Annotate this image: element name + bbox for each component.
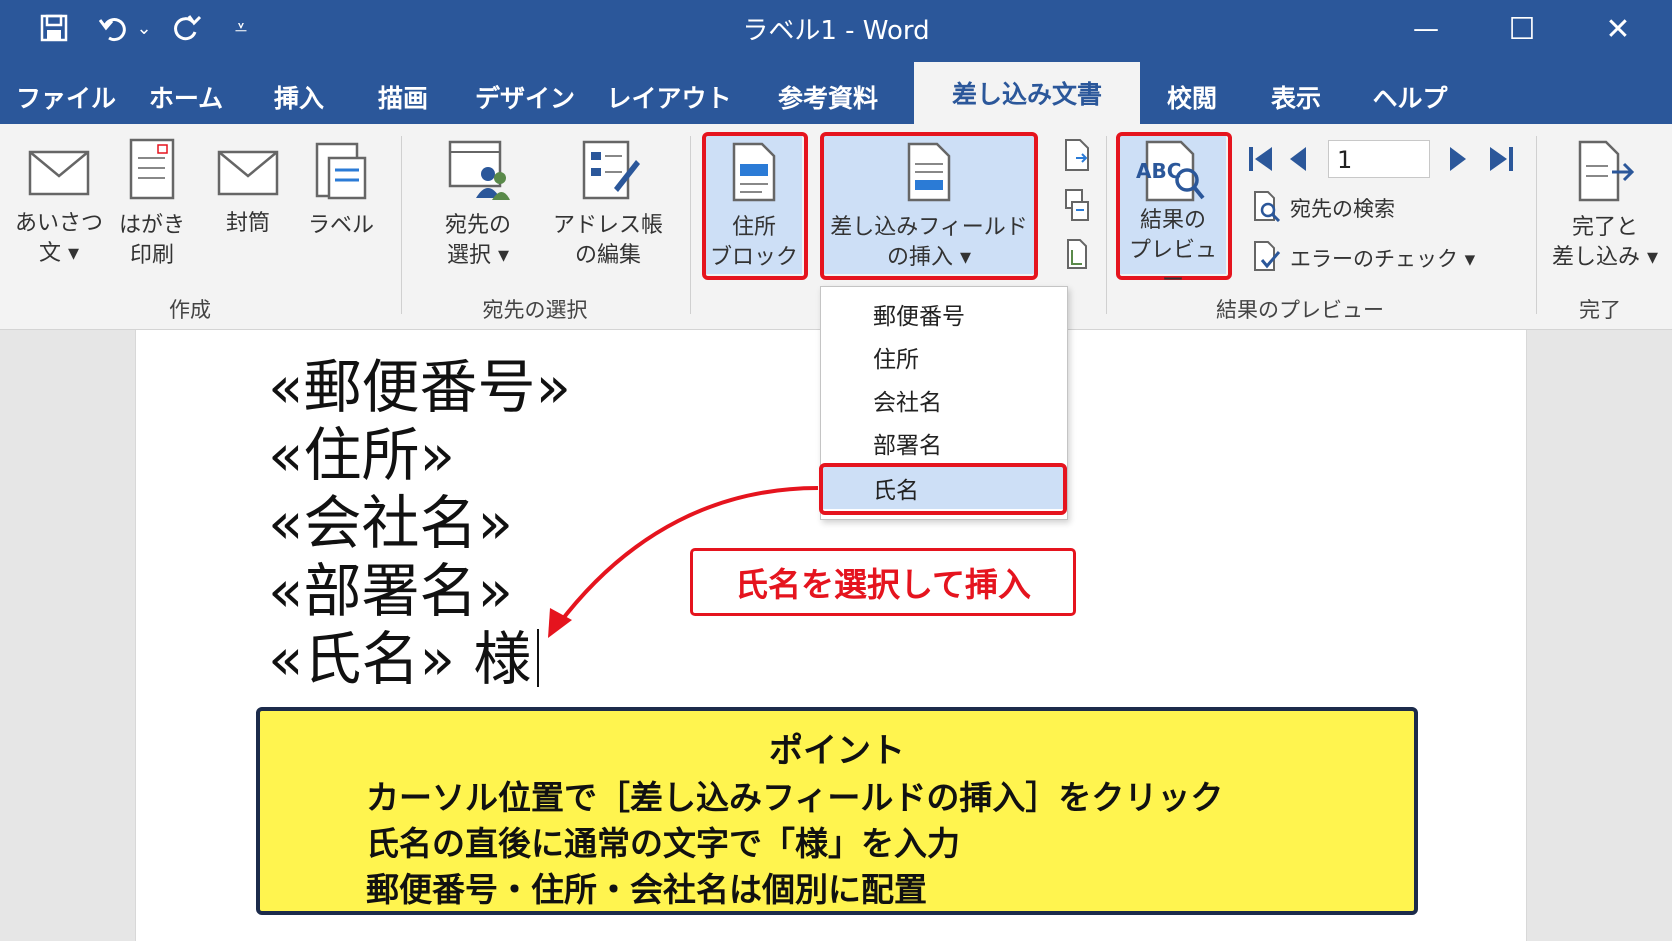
recipients-icon [430,138,526,211]
merge-field-icon [824,140,1034,213]
envelope-icon [14,144,104,209]
insert-merge-field-label: 差し込みフィールド の挿入 ▾ [830,215,1028,270]
address-block-icon [706,140,802,213]
point-line: 氏名の直後に通常の文字で「様」を入力 [366,824,960,863]
check-errors-icon [1252,240,1282,277]
find-recipient-button[interactable]: 宛先の検索 [1252,188,1395,228]
match-fields-icon[interactable] [1062,188,1092,226]
title-bar: ⌄ ⩡ ラベル1 - Word — ☐ ✕ [0,0,1672,58]
merge-field-company[interactable]: «会社名» [268,490,513,556]
check-errors-button[interactable]: エラーのチェック ▾ [1252,238,1475,278]
merge-field-department[interactable]: «部署名» [268,558,513,624]
label-icon [302,140,380,211]
last-record-icon[interactable] [1486,144,1516,178]
record-number-input[interactable]: 1 [1328,140,1430,178]
first-record-icon[interactable] [1246,144,1276,178]
finish-merge-icon [1542,140,1668,213]
label-label: ラベル [307,213,374,238]
previous-record-icon[interactable] [1286,144,1310,178]
point-box: ポイント カーソル位置で［差し込みフィールドの挿入］をクリック 氏名の直後に通常… [256,707,1418,915]
preview-results-label: 結果の プレビュー [1128,208,1217,293]
merge-field-address[interactable]: «住所» [268,422,455,488]
greeting-label: あいさつ 文 ▾ [14,211,103,266]
tab-view[interactable]: 表示 [1258,70,1334,124]
tab-review[interactable]: 校閲 [1156,70,1228,124]
group-label-recipients: 宛先の選択 [482,298,588,322]
dropdown-item-department[interactable]: 部署名 [821,422,1067,464]
callout-select-name: 氏名を選択して挿入 [690,548,1076,616]
tab-home[interactable]: ホーム [136,70,236,124]
tab-references[interactable]: 参考資料 [762,70,894,124]
rules-icon[interactable] [1062,138,1092,176]
find-recipient-label: 宛先の検索 [1290,197,1395,221]
maximize-button[interactable]: ☐ [1474,0,1570,58]
postcard-print-button[interactable]: はがき 印刷 [110,136,194,271]
update-labels-icon[interactable] [1062,238,1092,276]
label-button[interactable]: ラベル [302,140,380,241]
dropdown-item-postal-code[interactable]: 郵便番号 [821,293,1067,335]
next-record-icon[interactable] [1446,144,1470,178]
group-label-finish: 完了 [1579,298,1621,322]
minimize-button[interactable]: — [1378,0,1474,58]
address-block-label: 住所 ブロック [709,215,798,270]
tab-help[interactable]: ヘルプ [1362,70,1458,124]
finish-merge-button[interactable]: 完了と 差し込み ▾ [1542,140,1668,273]
postcard-icon [110,136,194,211]
merge-field-dropdown: 郵便番号 住所 会社名 部署名 氏名 [819,286,1068,520]
abc-magnifier-icon: ABC [1120,140,1226,206]
envelope-icon [210,144,286,209]
group-divider [401,136,402,314]
dropdown-item-address[interactable]: 住所 [821,336,1067,378]
group-label-preview: 結果のプレビュー [1216,298,1384,322]
ribbon-tabs: ファイル ホーム 挿入 描画 デザイン レイアウト 参考資料 差し込み文書 校閲… [0,58,1672,124]
point-line: 郵便番号・住所・会社名は個別に配置 [366,870,927,909]
postcard-print-label: はがき 印刷 [118,213,185,268]
envelope-button[interactable]: 封筒 [210,144,286,239]
group-divider [1536,136,1537,314]
finish-merge-label: 完了と 差し込み ▾ [1551,215,1659,270]
insert-merge-field-button[interactable]: 差し込みフィールド の挿入 ▾ [824,140,1034,273]
preview-results-button[interactable]: ABC 結果の プレビュー [1120,140,1226,296]
check-errors-label: エラーのチェック ▾ [1290,247,1476,271]
greeting-button[interactable]: あいさつ 文 ▾ [14,144,104,269]
point-title: ポイント [769,731,905,771]
abc-text: ABC [1136,159,1182,183]
address-block-button[interactable]: 住所 ブロック [706,140,802,273]
dropdown-name-red-outline [819,463,1067,515]
close-button[interactable]: ✕ [1570,0,1666,58]
point-line: カーソル位置で［差し込みフィールドの挿入］をクリック [366,778,1224,817]
envelope-label: 封筒 [225,211,270,236]
group-divider [690,136,691,314]
edit-address-book-button[interactable]: アドレス帳 の編集 [548,138,668,271]
merge-field-postal-code[interactable]: «郵便番号» [268,354,571,420]
group-divider [1106,136,1107,314]
tab-design[interactable]: デザイン [470,70,580,124]
dropdown-item-company[interactable]: 会社名 [821,379,1067,421]
tab-file[interactable]: ファイル [12,70,120,124]
group-label-create: 作成 [169,298,211,322]
tab-mailings[interactable]: 差し込み文書 [914,62,1140,124]
find-recipient-icon [1252,190,1282,227]
select-recipients-label: 宛先の 選択 ▾ [444,213,511,268]
tab-layout[interactable]: レイアウト [604,70,734,124]
merge-field-name-line[interactable]: «氏名» 様 [268,625,540,693]
tab-insert[interactable]: 挿入 [256,70,342,124]
merge-field-name: «氏名» 様 [268,625,532,693]
address-book-icon [548,138,668,211]
select-recipients-button[interactable]: 宛先の 選択 ▾ [430,138,526,271]
tab-draw[interactable]: 描画 [360,70,446,124]
edit-address-book-label: アドレス帳 の編集 [552,213,663,268]
